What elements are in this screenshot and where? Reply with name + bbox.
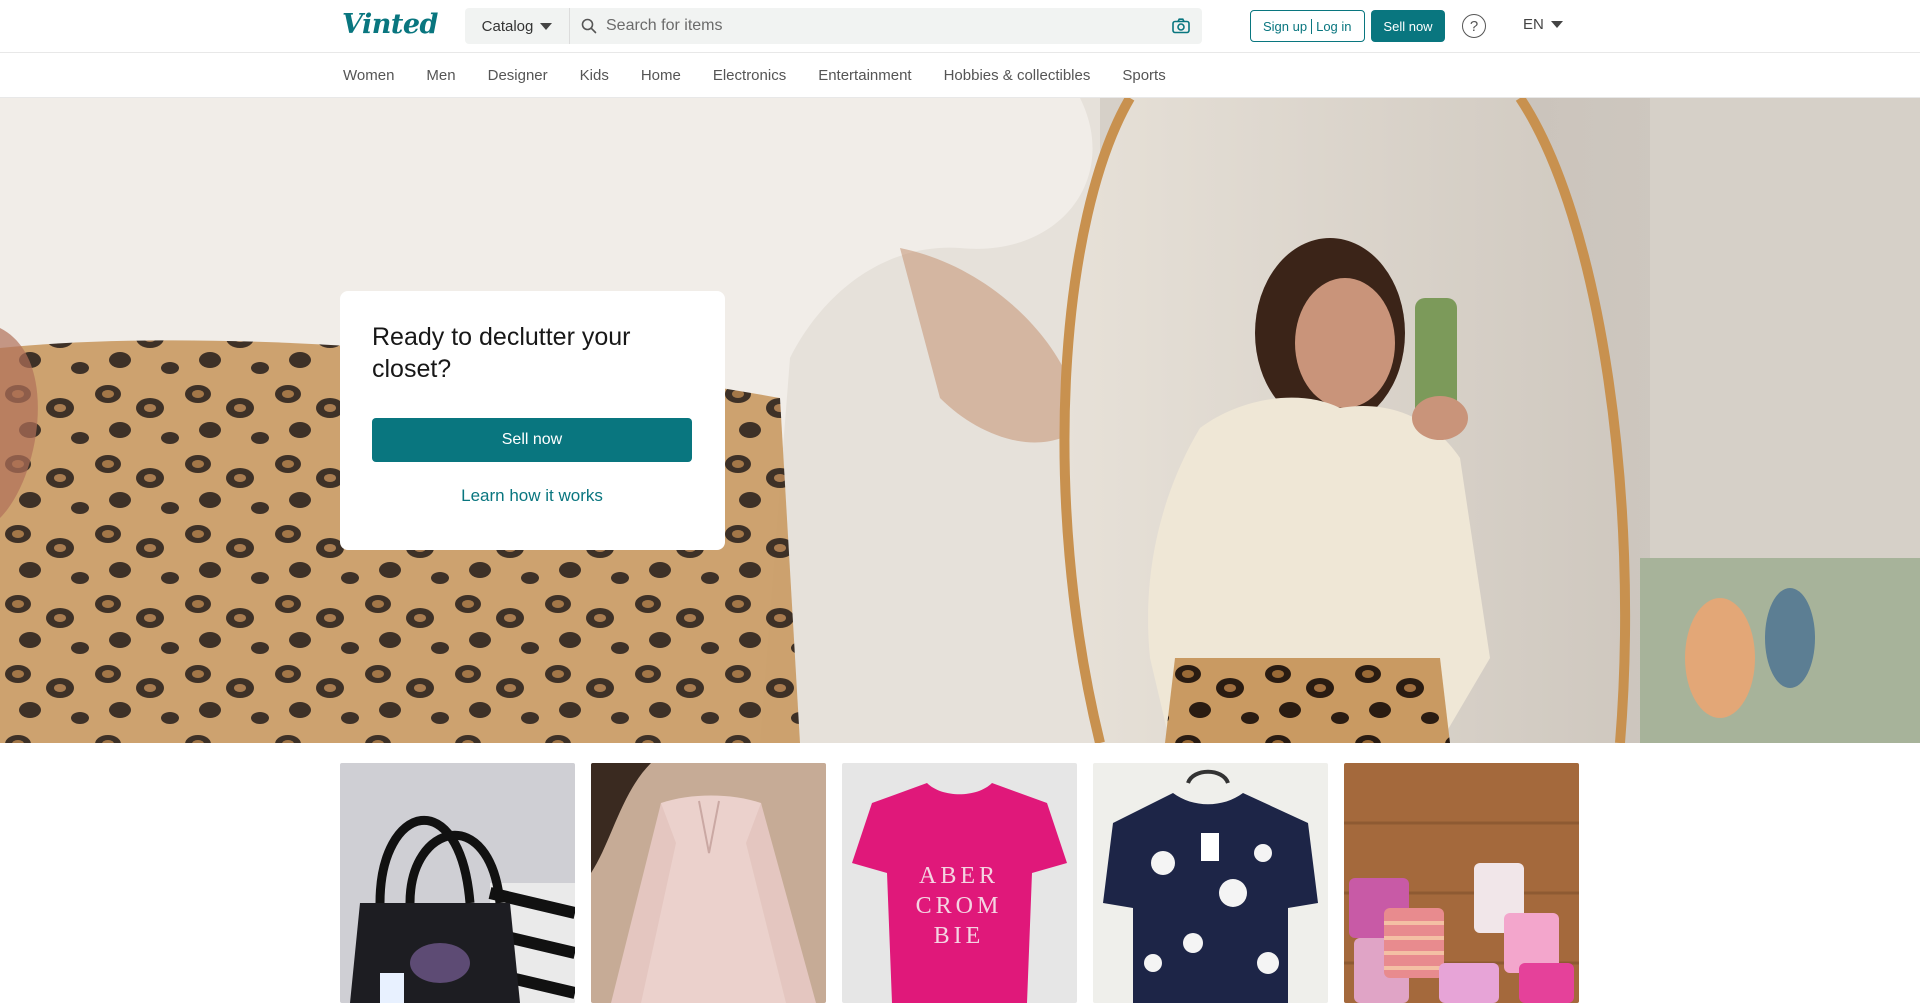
product-card[interactable] [591, 763, 826, 1003]
nav-item-men[interactable]: Men [426, 67, 455, 84]
nav-item-designer[interactable]: Designer [488, 67, 548, 84]
login-link[interactable]: Log in [1316, 19, 1351, 34]
product-card[interactable]: ABER CROM BIE [842, 763, 1077, 1003]
sell-now-button[interactable]: Sell now [1371, 10, 1445, 42]
floral-blouse-photo [1093, 763, 1328, 1003]
hero-title: Ready to declutter your closet? [372, 323, 631, 383]
hero-card: Ready to declutter your closet? Sell now… [340, 291, 725, 550]
language-label: EN [1523, 16, 1544, 33]
chevron-down-icon [1550, 21, 1563, 28]
tshirt-print-line-1: ABER [919, 863, 999, 889]
signup-login-button[interactable]: Sign up Log in [1250, 10, 1365, 42]
catalog-label: Catalog [481, 17, 534, 35]
category-nav: Women Men Designer Kids Home Electronics… [0, 53, 1920, 98]
search-input[interactable] [597, 8, 1171, 44]
chevron-down-icon [540, 22, 553, 30]
tshirt-print-line-2: CROM [916, 893, 1003, 919]
pink-shorts-photo [1344, 763, 1579, 1003]
learn-how-it-works-link[interactable]: Learn how it works [372, 486, 692, 506]
hero-banner: Ready to declutter your closet? Sell now… [0, 98, 1920, 743]
vinted-logo[interactable]: Vinted [342, 9, 438, 40]
search-bar: Catalog [465, 8, 1202, 44]
handbag-photo [340, 763, 575, 1003]
catalog-dropdown[interactable]: Catalog [465, 8, 570, 44]
hero-sell-now-button[interactable]: Sell now [372, 418, 692, 462]
hero-photo [0, 98, 1920, 743]
product-card[interactable] [1344, 763, 1579, 1003]
product-card[interactable] [1093, 763, 1328, 1003]
nav-item-entertainment[interactable]: Entertainment [818, 67, 911, 84]
search-icon [581, 18, 597, 34]
nav-item-home[interactable]: Home [641, 67, 681, 84]
tshirt-print-line-3: BIE [934, 923, 985, 949]
language-selector[interactable]: EN [1523, 16, 1563, 33]
nav-item-hobbies[interactable]: Hobbies & collectibles [944, 67, 1091, 84]
help-icon[interactable]: ? [1462, 14, 1486, 38]
separator [1311, 18, 1313, 34]
product-card[interactable] [340, 763, 575, 1003]
nav-item-sports[interactable]: Sports [1122, 67, 1165, 84]
nav-item-kids[interactable]: Kids [580, 67, 609, 84]
nav-item-electronics[interactable]: Electronics [713, 67, 786, 84]
signup-link[interactable]: Sign up [1263, 19, 1307, 34]
camera-icon[interactable] [1171, 16, 1191, 36]
top-header: Vinted Catalog Sign up Log in Sell now ?… [0, 0, 1920, 53]
product-grid: ABER CROM BIE [340, 763, 1579, 1003]
nav-item-women[interactable]: Women [343, 67, 394, 84]
pink-longsleeve-photo [591, 763, 826, 1003]
pink-tshirt-photo: ABER CROM BIE [842, 763, 1077, 1003]
